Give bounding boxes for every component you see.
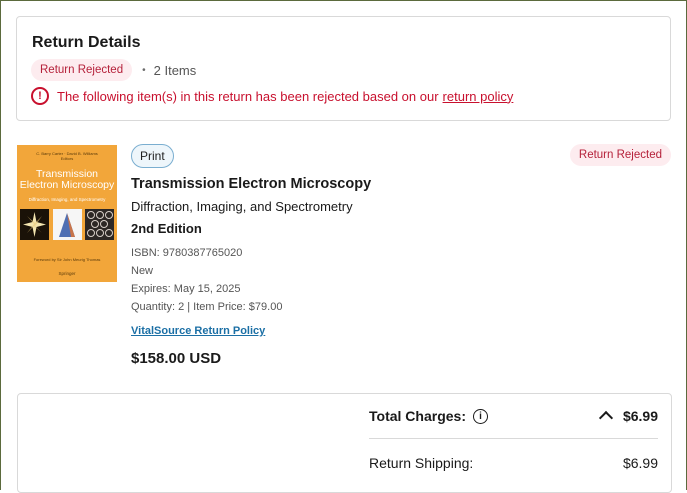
item-isbn: ISBN: 9780387765020 xyxy=(131,247,243,259)
cover-subtitle: Diffraction, Imaging, and Spectrometry xyxy=(28,197,106,202)
rejection-warning: ! The following item(s) in this return h… xyxy=(31,87,513,105)
rejection-warning-text: The following item(s) in this return has… xyxy=(57,88,439,104)
cover-figure-lattice xyxy=(85,209,114,240)
vitalsource-return-policy-link[interactable]: VitalSource Return Policy xyxy=(131,325,265,337)
items-count: 2 Items xyxy=(153,62,197,78)
return-details-heading: Return Details xyxy=(32,34,141,51)
cover-title: Transmission Electron Microscopy xyxy=(19,168,115,191)
return-status-row: Return Rejected • 2 Items xyxy=(31,59,196,81)
total-charges-label: Total Charges: xyxy=(369,408,466,424)
cover-figures xyxy=(20,209,114,240)
return-details-card: Return Details Return Rejected • 2 Items… xyxy=(16,16,671,121)
cover-authors: C. Barry Carter · David B. Williams Edit… xyxy=(36,151,98,161)
exclamation-circle-icon: ! xyxy=(31,87,49,105)
item-subtitle: Diffraction, Imaging, and Spectrometry xyxy=(131,199,353,214)
info-circle-icon[interactable]: i xyxy=(472,408,488,424)
item-status-badge: Return Rejected xyxy=(569,144,671,166)
cover-figure-spectrum xyxy=(52,209,82,240)
item-total-price: $158.00 USD xyxy=(131,350,222,367)
return-policy-link[interactable]: return policy xyxy=(443,89,514,104)
cover-figure-star xyxy=(20,209,49,240)
total-charges-value: $6.99 xyxy=(622,408,658,424)
charges-card: Total Charges: i $6.99 Return Shipping: … xyxy=(17,393,672,493)
separator-dot: • xyxy=(142,64,146,76)
item-expires: Expires: May 15, 2025 xyxy=(131,283,241,295)
charges-divider xyxy=(369,438,658,439)
item-edition: 2nd Edition xyxy=(131,221,202,236)
chevron-up-icon xyxy=(598,410,614,426)
total-charges-toggle[interactable]: $6.99 xyxy=(598,408,658,426)
format-badge: Print xyxy=(131,144,174,168)
return-status-badge: Return Rejected xyxy=(31,59,133,81)
book-cover-image: C. Barry Carter · David B. Williams Edit… xyxy=(17,145,117,282)
item-quantity-price: Quantity: 2 | Item Price: $79.00 xyxy=(131,301,283,313)
total-charges-label-group: Total Charges: i xyxy=(369,408,488,424)
cover-publisher: Springer xyxy=(58,271,76,276)
return-shipping-label: Return Shipping: xyxy=(369,455,474,471)
item-condition: New xyxy=(131,265,154,277)
item-title: Transmission Electron Microscopy xyxy=(131,176,372,192)
return-shipping-value: $6.99 xyxy=(622,455,658,471)
cover-foreword: Foreword by Sir John Meurig Thomas xyxy=(33,257,101,262)
